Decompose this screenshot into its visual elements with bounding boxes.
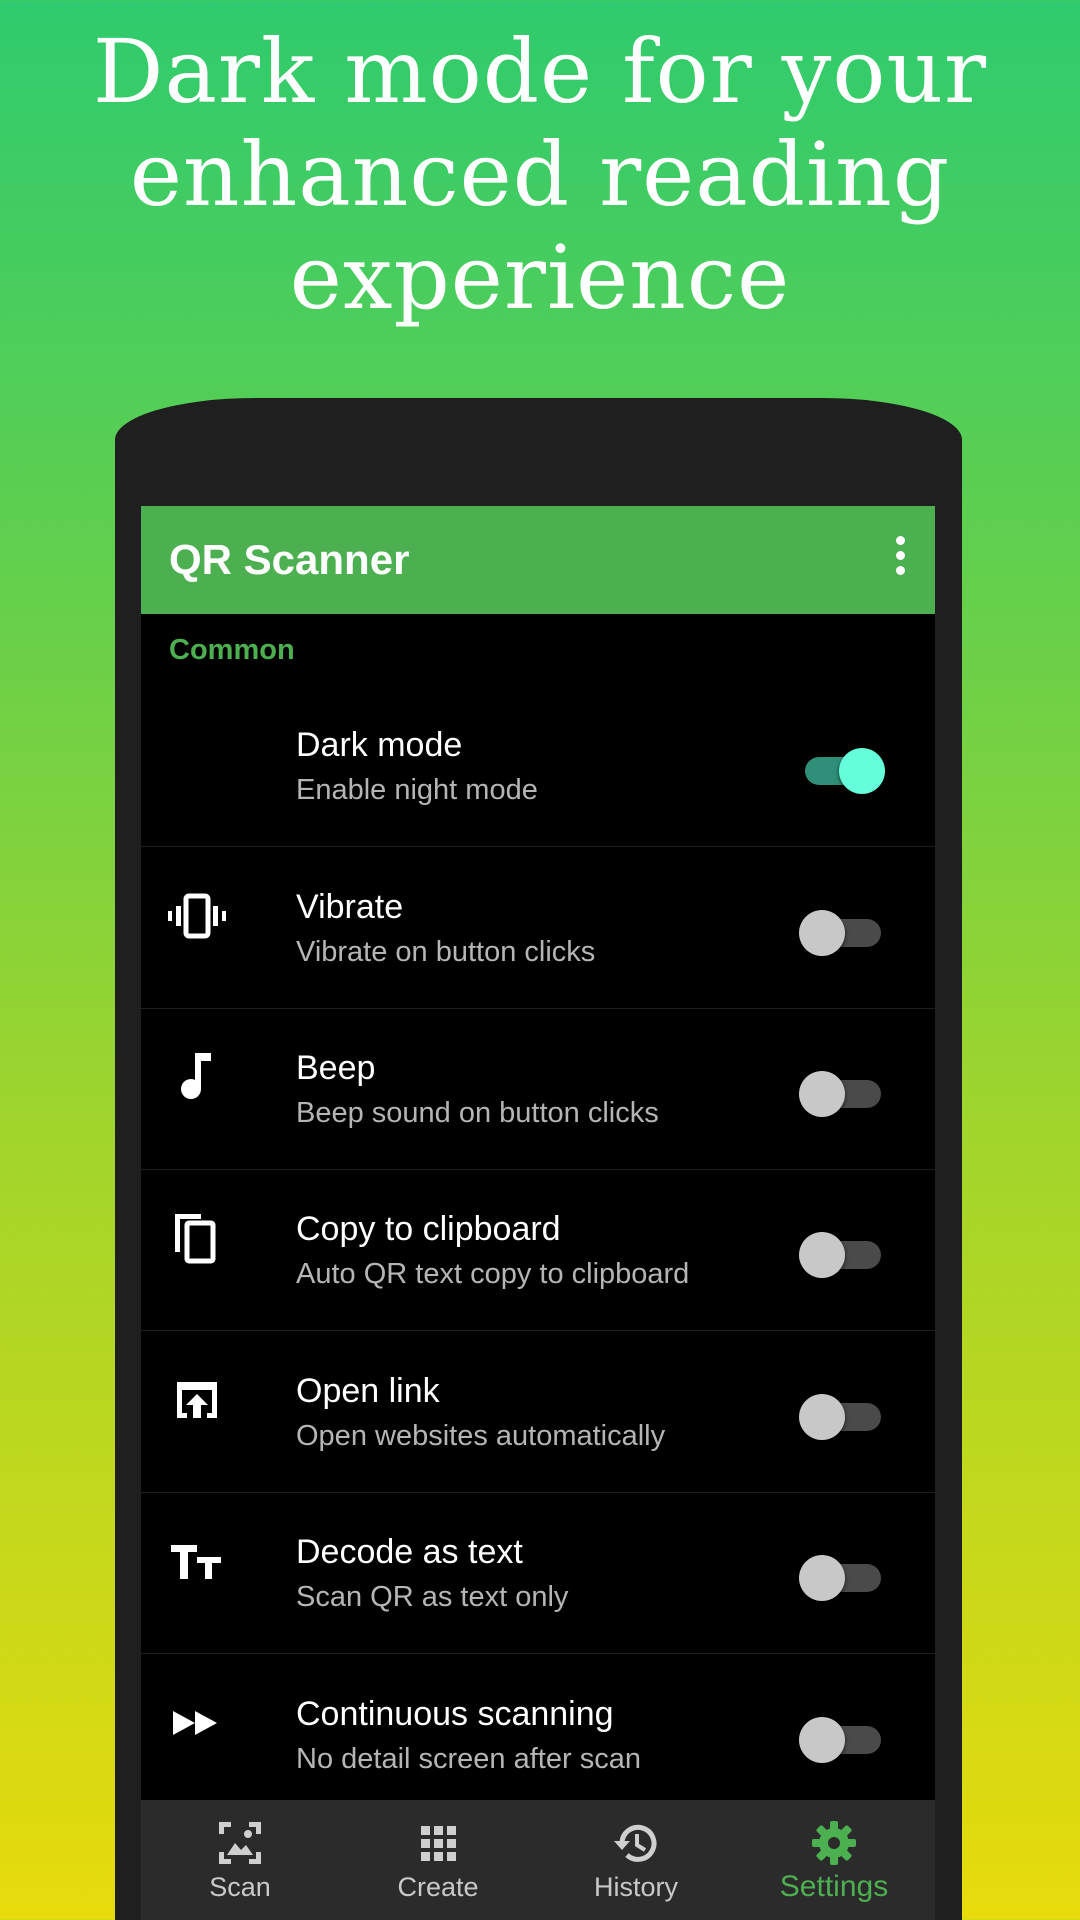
nav-history[interactable]: History (537, 1800, 735, 1920)
vibrate-toggle[interactable] (799, 908, 889, 956)
open-link-toggle[interactable] (799, 1392, 889, 1440)
copy-to-clipboard-toggle[interactable] (799, 1230, 889, 1278)
nav-scan[interactable]: Scan (141, 1800, 339, 1920)
setting-row-open-link[interactable]: Open link Open websites automatically (141, 1332, 935, 1493)
history-icon (614, 1824, 657, 1862)
setting-subtitle: No detail screen after scan (296, 1743, 641, 1775)
setting-subtitle: Enable night mode (296, 774, 538, 806)
nav-create[interactable]: Create (339, 1800, 537, 1920)
nav-settings[interactable]: Settings (735, 1800, 933, 1920)
copy-icon (175, 1214, 216, 1264)
vibrate-icon (168, 893, 226, 939)
nav-label: Create (397, 1872, 479, 1902)
setting-title: Beep (296, 1049, 376, 1087)
setting-subtitle: Beep sound on button clicks (296, 1097, 659, 1129)
gear-icon (812, 1821, 856, 1865)
setting-row-dark-mode[interactable]: Dark mode Enable night mode (141, 686, 935, 847)
moon-icon (183, 730, 216, 776)
setting-title: Continuous scanning (296, 1695, 614, 1733)
nav-label: Settings (779, 1870, 889, 1903)
bottom-navigation: Scan Create History Settings (141, 1800, 935, 1920)
setting-title: Copy to clipboard (296, 1210, 561, 1248)
section-title: Common (169, 634, 295, 666)
app-bar: QR Scanner (141, 506, 935, 614)
continuous-scanning-toggle[interactable] (799, 1715, 889, 1763)
setting-title: Open link (296, 1372, 440, 1410)
setting-subtitle: Open websites automatically (296, 1420, 666, 1452)
setting-subtitle: Vibrate on button clicks (296, 936, 596, 968)
setting-subtitle: Auto QR text copy to clipboard (296, 1258, 690, 1290)
nav-label: Scan (209, 1872, 271, 1902)
setting-title: Vibrate (296, 888, 404, 926)
beep-toggle[interactable] (799, 1069, 889, 1117)
text-fields-icon (171, 1545, 221, 1579)
app-title: QR Scanner (169, 536, 410, 583)
setting-row-copy-to-clipboard[interactable]: Copy to clipboard Auto QR text copy to c… (141, 1170, 935, 1331)
setting-row-beep[interactable]: Beep Beep sound on button clicks (141, 1009, 935, 1170)
headline: Dark mode for your enhanced reading expe… (0, 20, 1080, 329)
fast-forward-icon (173, 1711, 217, 1735)
app-screen: QR Scanner Common Dark mode Enable night… (141, 506, 935, 1920)
grid-icon (421, 1826, 456, 1861)
headline-line-1: Dark mode for your (92, 20, 988, 123)
dark-mode-toggle[interactable] (799, 746, 889, 794)
open-in-browser-icon (177, 1382, 217, 1418)
headline-line-2: enhanced reading (129, 123, 951, 226)
setting-row-continuous-scanning[interactable]: Continuous scanning No detail screen aft… (141, 1655, 935, 1816)
setting-title: Dark mode (296, 726, 463, 764)
decode-as-text-toggle[interactable] (799, 1553, 889, 1601)
more-options-icon[interactable] (893, 536, 907, 584)
headline-line-3: experience (289, 226, 791, 329)
setting-row-vibrate[interactable]: Vibrate Vibrate on button clicks (141, 848, 935, 1009)
music-note-icon (181, 1053, 211, 1099)
setting-title: Decode as text (296, 1533, 523, 1571)
nav-label: History (593, 1872, 678, 1902)
image-scan-icon (219, 1822, 261, 1864)
setting-row-decode-as-text[interactable]: Decode as text Scan QR as text only (141, 1493, 935, 1654)
setting-subtitle: Scan QR as text only (296, 1581, 569, 1613)
